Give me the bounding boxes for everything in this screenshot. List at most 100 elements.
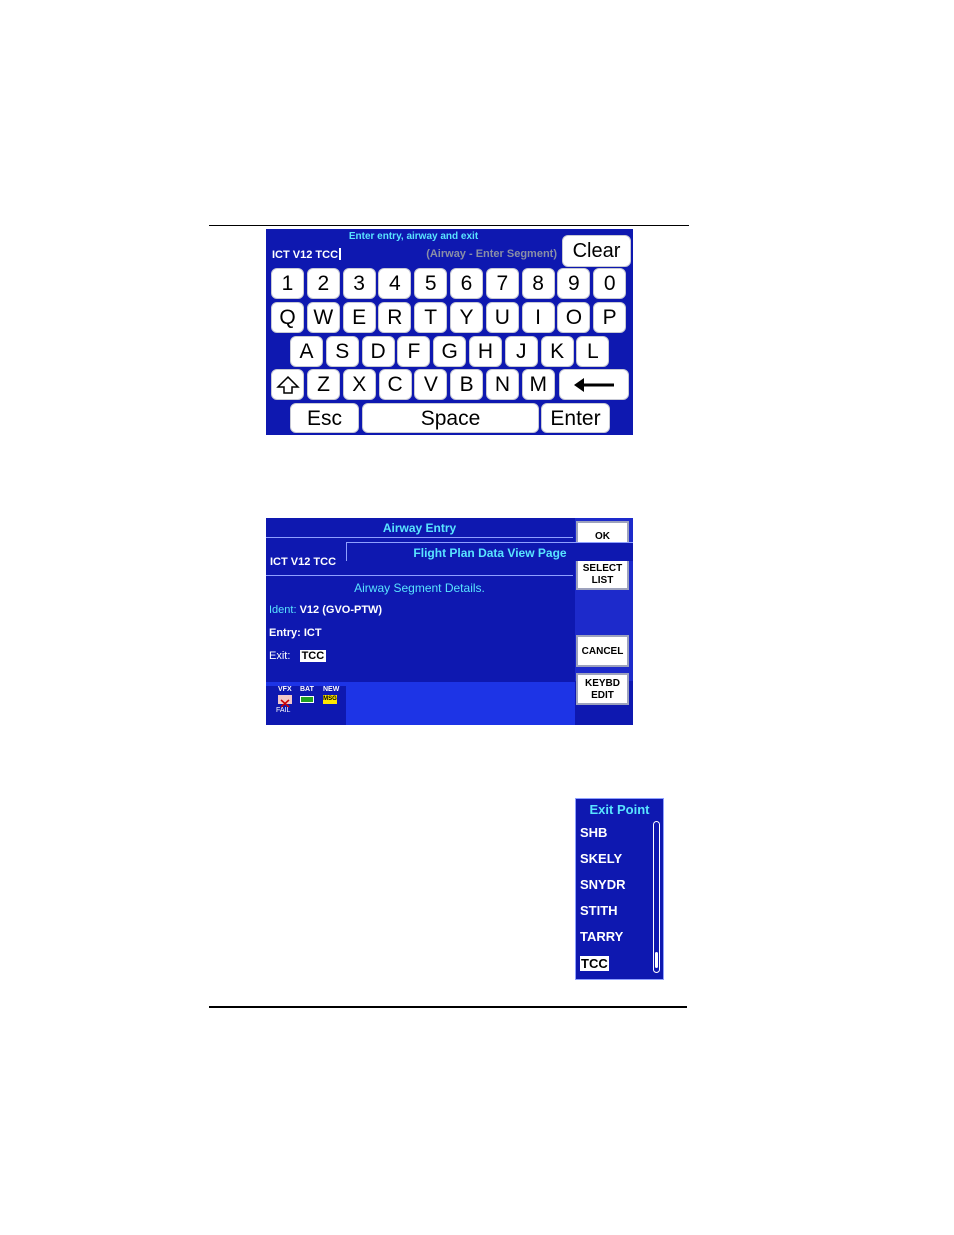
key-label: 2 xyxy=(317,272,330,295)
key-7[interactable]: 7 xyxy=(485,268,519,299)
key-label: K xyxy=(550,340,565,363)
key-8[interactable]: 8 xyxy=(521,268,555,299)
key-label: 7 xyxy=(496,272,509,295)
keybd-edit-button[interactable]: KEYBD EDIT xyxy=(576,673,629,705)
backspace-key[interactable] xyxy=(559,369,629,400)
key-n[interactable]: N xyxy=(486,369,519,400)
key-label: C xyxy=(387,373,403,396)
new-label: NEW xyxy=(323,686,340,693)
key-label: V xyxy=(423,373,438,396)
keyboard-panel: Enter entry, airway and exit ICT V12 TCC… xyxy=(266,229,633,435)
key-label: 6 xyxy=(460,272,473,295)
key-6[interactable]: 6 xyxy=(450,268,483,299)
key-f[interactable]: F xyxy=(397,336,431,367)
list-item[interactable]: SHB xyxy=(580,825,607,840)
exit-point-title: Exit Point xyxy=(589,802,650,817)
battery-icon xyxy=(300,696,314,703)
key-label: N xyxy=(494,373,511,396)
page-title-bar: Flight Plan Data View Page xyxy=(346,542,633,561)
key-v[interactable]: V xyxy=(414,369,448,400)
key-label: S xyxy=(335,340,350,363)
key-o[interactable]: O xyxy=(557,302,591,333)
key-label: F xyxy=(407,340,421,363)
enter-key[interactable]: Enter xyxy=(541,403,610,433)
key-label: P xyxy=(602,306,617,329)
key-q[interactable]: Q xyxy=(271,302,304,333)
key-t[interactable]: T xyxy=(414,302,448,333)
airway-entry-panel: Airway Entry ICT V12 TCC Airway Segment … xyxy=(266,518,633,725)
exit-point-list: Exit Point SHB SKELY SNYDR STITH TARRY T… xyxy=(575,798,664,980)
divider xyxy=(266,575,573,576)
key-label: G xyxy=(441,340,458,363)
scrollbar-thumb[interactable] xyxy=(655,952,658,968)
exit-row: Exit: TCC xyxy=(269,650,327,662)
key-label: 5 xyxy=(424,272,437,295)
select-list-button[interactable]: SELECT LIST xyxy=(576,558,629,590)
key-x[interactable]: X xyxy=(342,369,376,400)
text-cursor xyxy=(339,248,342,260)
shift-icon xyxy=(275,375,300,394)
exit-value[interactable]: TCC xyxy=(299,650,327,662)
exit-label: Exit: xyxy=(269,650,291,662)
key-2[interactable]: 2 xyxy=(306,268,340,299)
key-w[interactable]: W xyxy=(306,302,340,333)
key-0[interactable]: 0 xyxy=(593,268,627,299)
key-label: L xyxy=(587,340,599,363)
key-4[interactable]: 4 xyxy=(378,268,412,299)
key-label: H xyxy=(477,340,494,363)
key-label: B xyxy=(459,373,474,396)
key-label: R xyxy=(387,306,403,329)
key-label: E xyxy=(352,306,367,329)
key-c[interactable]: C xyxy=(378,369,412,400)
key-z[interactable]: Z xyxy=(307,369,340,400)
key-a[interactable]: A xyxy=(290,336,323,367)
list-item[interactable]: SNYDR xyxy=(580,877,626,892)
key-d[interactable]: D xyxy=(361,336,395,367)
esc-key[interactable]: Esc xyxy=(290,403,359,433)
list-item-selected[interactable]: TCC xyxy=(580,956,609,971)
key-label: T xyxy=(424,306,438,329)
key-g[interactable]: G xyxy=(433,336,467,367)
ident-label: Ident: xyxy=(269,604,297,616)
key-5[interactable]: 5 xyxy=(414,268,448,299)
ident-value: V12 (GVO-PTW) xyxy=(299,604,383,616)
key-label: W xyxy=(313,306,334,329)
key-label: Z xyxy=(317,373,330,396)
key-9[interactable]: 9 xyxy=(557,268,591,299)
key-label: D xyxy=(370,340,386,363)
space-key[interactable]: Space xyxy=(362,403,539,433)
key-r[interactable]: R xyxy=(378,302,412,333)
backspace-arrow-icon xyxy=(574,378,614,392)
status-indicators: VFX BAT NEW MSG FAIL xyxy=(266,686,346,725)
key-b[interactable]: B xyxy=(450,369,484,400)
clear-button[interactable]: Clear xyxy=(562,235,631,267)
key-label: 3 xyxy=(353,272,365,295)
key-l[interactable]: L xyxy=(576,336,610,367)
key-3[interactable]: 3 xyxy=(342,268,376,299)
top-rule xyxy=(209,225,689,226)
key-1[interactable]: 1 xyxy=(271,268,304,299)
list-item[interactable]: STITH xyxy=(580,903,618,918)
key-s[interactable]: S xyxy=(325,336,359,367)
bat-label: BAT xyxy=(300,686,314,693)
key-m[interactable]: M xyxy=(521,369,555,400)
key-j[interactable]: J xyxy=(504,336,538,367)
key-k[interactable]: K xyxy=(540,336,574,367)
list-item[interactable]: TARRY xyxy=(580,929,623,944)
scrollbar[interactable] xyxy=(653,821,660,973)
vfx-fail-icon xyxy=(278,695,292,708)
key-e[interactable]: E xyxy=(342,302,376,333)
key-i[interactable]: I xyxy=(521,302,555,333)
key-h[interactable]: H xyxy=(469,336,502,367)
airway-entry-text: ICT V12 TCC xyxy=(270,556,337,568)
segment-details-title: Airway Segment Details. xyxy=(354,581,485,595)
key-label: 1 xyxy=(281,272,294,295)
cancel-button[interactable]: CANCEL xyxy=(576,635,629,667)
key-u[interactable]: U xyxy=(485,302,519,333)
key-p[interactable]: P xyxy=(593,302,627,333)
status-bar: VFX BAT NEW MSG FAIL xyxy=(266,682,575,725)
key-y[interactable]: Y xyxy=(450,302,483,333)
entry-field[interactable]: ICT V12 TCC (Airway - Enter Segment) xyxy=(269,245,559,263)
list-item[interactable]: SKELY xyxy=(580,851,622,866)
shift-key[interactable] xyxy=(271,369,304,400)
